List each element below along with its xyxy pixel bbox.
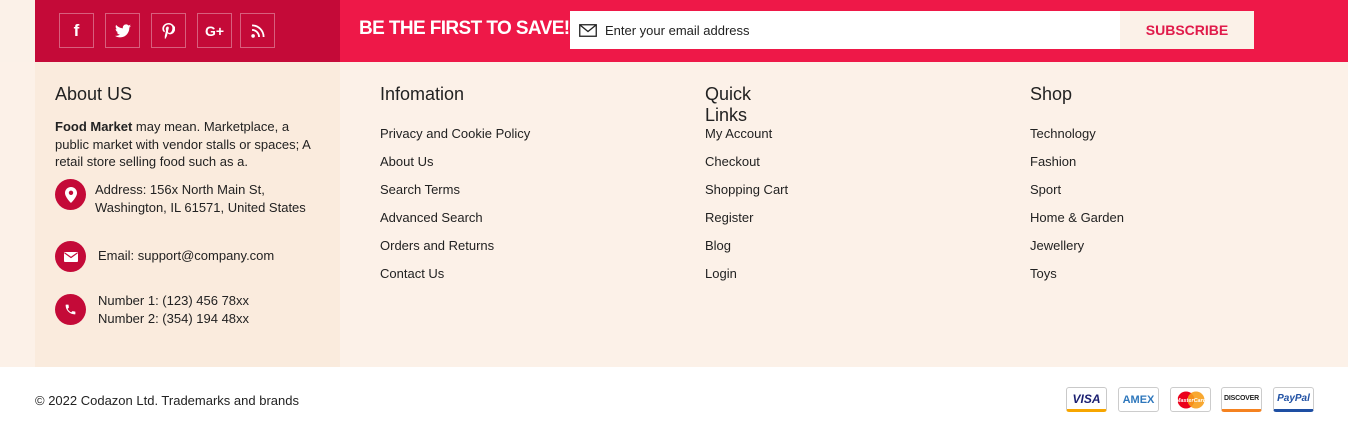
newsletter-promo-text: BE THE FIRST TO SAVE! xyxy=(359,18,570,39)
newsletter-email-field xyxy=(570,11,1120,49)
pinterest-icon[interactable] xyxy=(151,13,186,48)
shop-title: Shop xyxy=(1030,84,1073,104)
paypal-card-icon: PayPal xyxy=(1273,387,1314,412)
address-text: Address: 156x North Main St, Washington,… xyxy=(95,181,306,217)
footer-link-toys[interactable]: Toys xyxy=(1030,260,1124,288)
footer-link-login[interactable]: Login xyxy=(705,260,788,288)
information-title: Infomation xyxy=(380,84,465,104)
footer-link-technology[interactable]: Technology xyxy=(1030,120,1124,148)
footer-link-contact-us[interactable]: Contact Us xyxy=(380,260,530,288)
phone-number-1: Number 1: (123) 456 78xx xyxy=(98,293,250,308)
footer-link-my-account[interactable]: My Account xyxy=(705,120,788,148)
brand-name: Food Market xyxy=(55,119,133,134)
address-line-1: Address: 156x North Main St, xyxy=(95,182,265,197)
email-input[interactable] xyxy=(605,22,1105,38)
address-block: Address: 156x North Main St, Washington,… xyxy=(55,179,306,217)
about-column: About US Food Market may mean. Marketpla… xyxy=(35,62,340,367)
social-links: f G+ xyxy=(35,0,340,62)
footer-link-privacy[interactable]: Privacy and Cookie Policy xyxy=(380,120,530,148)
phone-text: Number 1: (123) 456 78xx Number 2: (354)… xyxy=(98,292,249,328)
footer-bottom-bar: © 2022 Codazon Ltd. Trademarks and brand… xyxy=(0,367,1348,434)
subscribe-button[interactable]: SUBSCRIBE xyxy=(1120,11,1254,49)
google-plus-icon[interactable]: G+ xyxy=(197,13,232,48)
facebook-glyph: f xyxy=(73,20,80,40)
footer-link-fashion[interactable]: Fashion xyxy=(1030,148,1124,176)
address-line-2: Washington, IL 61571, United States xyxy=(95,200,306,215)
footer-link-shopping-cart[interactable]: Shopping Cart xyxy=(705,176,788,204)
footer-link-sport[interactable]: Sport xyxy=(1030,176,1124,204)
phone-icon xyxy=(55,294,86,325)
footer-links-section: About US Food Market may mean. Marketpla… xyxy=(0,62,1348,367)
newsletter-bar: f G+ BE THE FIRST TO SAVE! SUBSCRIBE xyxy=(0,0,1348,62)
phone-block: Number 1: (123) 456 78xx Number 2: (354)… xyxy=(55,292,249,328)
rss-icon[interactable] xyxy=(240,13,275,48)
mastercard-card-icon: MasterCard xyxy=(1170,387,1211,412)
about-title: About US xyxy=(55,84,133,104)
footer-link-register[interactable]: Register xyxy=(705,204,788,232)
about-description: Food Market may mean. Marketplace, a pub… xyxy=(55,118,325,171)
location-pin-icon xyxy=(55,179,86,210)
footer-link-home-garden[interactable]: Home & Garden xyxy=(1030,204,1124,232)
google-plus-glyph: G+ xyxy=(204,22,225,39)
twitter-icon[interactable] xyxy=(105,13,140,48)
visa-card-icon: VISA xyxy=(1066,387,1107,412)
copyright-text: © 2022 Codazon Ltd. Trademarks and brand… xyxy=(35,393,299,408)
amex-card-icon: AMEX xyxy=(1118,387,1159,412)
phone-number-2: Number 2: (354) 194 48xx xyxy=(98,311,250,326)
facebook-icon[interactable]: f xyxy=(59,13,94,48)
footer-link-blog[interactable]: Blog xyxy=(705,232,788,260)
footer-link-about-us[interactable]: About Us xyxy=(380,148,530,176)
email-block: Email: support@company.com xyxy=(55,241,274,272)
envelope-circle-icon xyxy=(55,241,86,272)
footer-link-orders-returns[interactable]: Orders and Returns xyxy=(380,232,530,260)
discover-card-icon: DISCOVER xyxy=(1221,387,1262,412)
footer-link-advanced-search[interactable]: Advanced Search xyxy=(380,204,530,232)
footer-link-search-terms[interactable]: Search Terms xyxy=(380,176,530,204)
mastercard-label: MasterCard xyxy=(1175,398,1206,404)
email-text: Email: support@company.com xyxy=(98,248,275,263)
footer-link-checkout[interactable]: Checkout xyxy=(705,148,788,176)
footer-link-jewellery[interactable]: Jewellery xyxy=(1030,232,1124,260)
envelope-icon xyxy=(579,23,597,37)
